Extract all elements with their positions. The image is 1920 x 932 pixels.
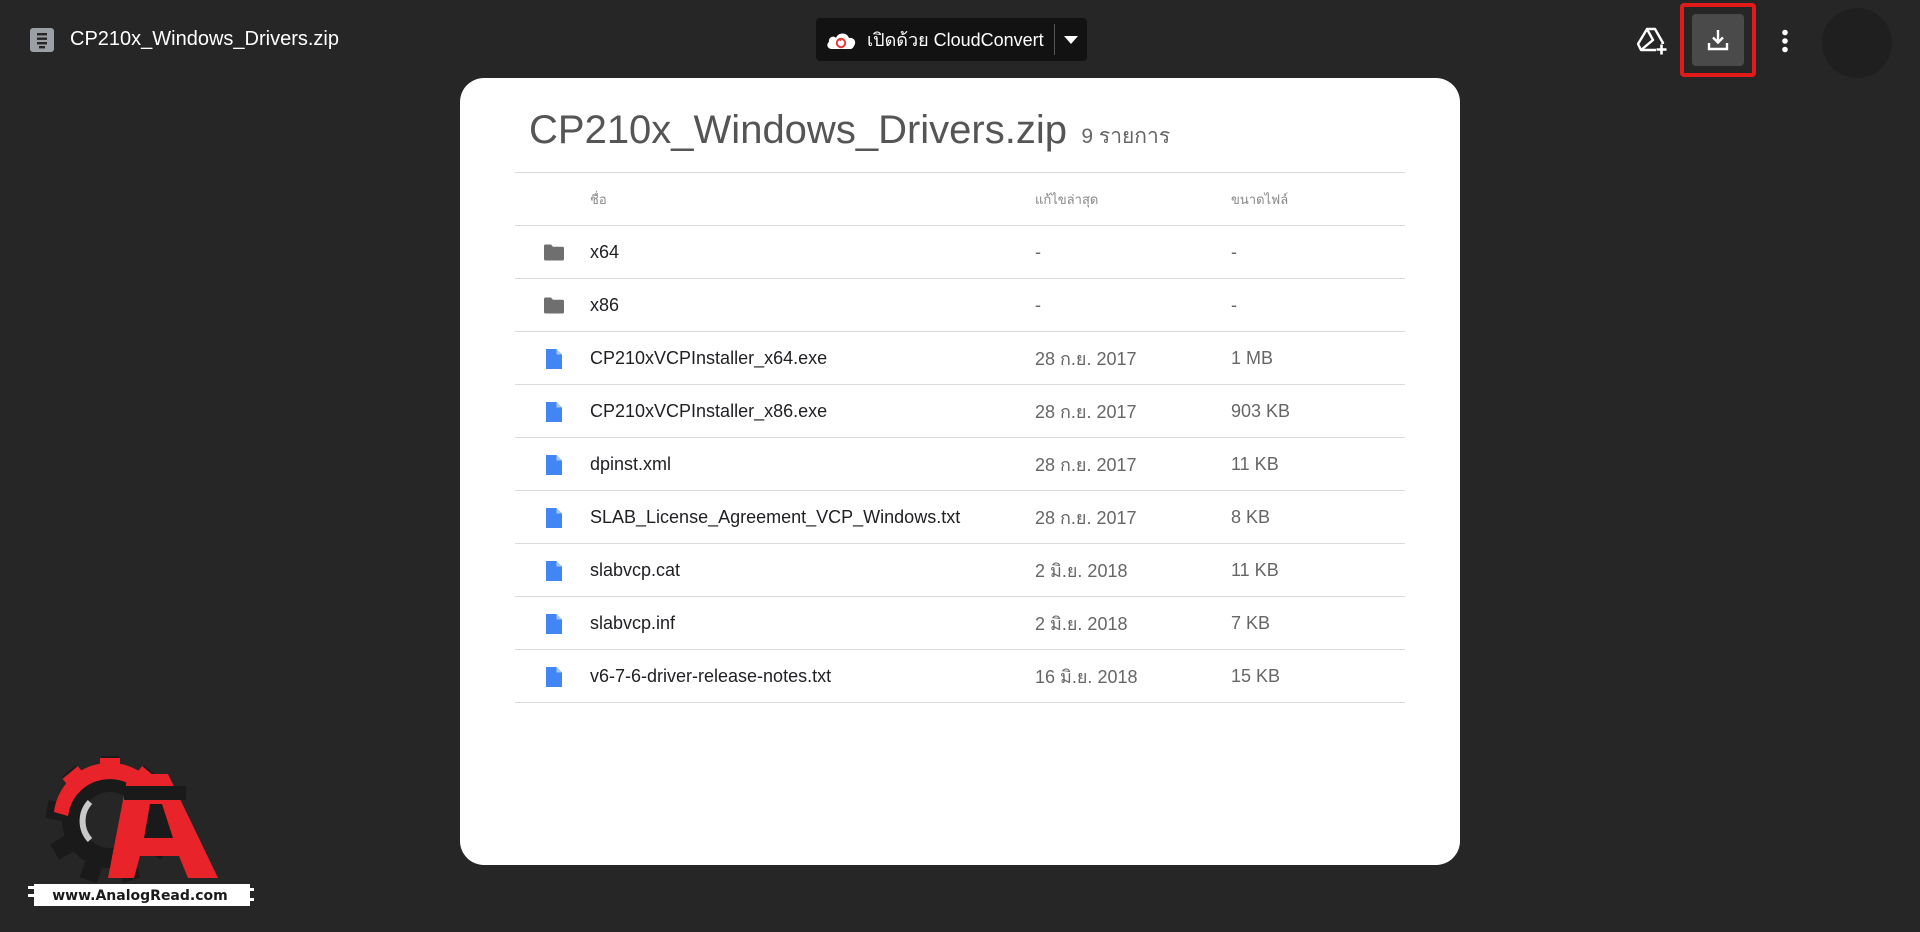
cloudconvert-logo-icon <box>827 33 856 49</box>
file-row[interactable]: slabvcp.inf 2 มิ.ย. 2018 7 KB <box>515 596 1405 649</box>
file-name: x86 <box>590 295 620 315</box>
file-name: v6-7-6-driver-release-notes.txt <box>590 666 832 686</box>
column-header-modified: แก้ไขล่าสุด <box>1035 192 1099 207</box>
file-name: x64 <box>590 242 620 262</box>
file-row[interactable]: v6-7-6-driver-release-notes.txt 16 มิ.ย. … <box>515 649 1405 703</box>
folder-icon <box>542 279 566 332</box>
file-modified: - <box>1035 295 1041 315</box>
open-with-control: เปิดด้วย CloudConvert <box>816 18 1087 61</box>
file-icon <box>542 332 566 385</box>
analogread-logo <box>28 742 254 910</box>
file-size: 15 KB <box>1231 666 1281 686</box>
card-header: CP210x_Windows_Drivers.zip 9 รายการ <box>529 108 1170 153</box>
file-icon <box>542 597 566 650</box>
file-name: slabvcp.inf <box>590 613 676 633</box>
file-icon <box>542 491 566 544</box>
file-size: 11 KB <box>1231 454 1279 474</box>
add-to-drive-icon <box>1637 27 1667 55</box>
file-size: 11 KB <box>1231 560 1279 580</box>
top-bar: CP210x_Windows_Drivers.zip เปิดด้วย Clou… <box>0 0 1920 78</box>
file-size: 903 KB <box>1231 401 1291 421</box>
zip-contents-card: CP210x_Windows_Drivers.zip 9 รายการ ชื่อ… <box>460 78 1460 865</box>
account-avatar[interactable] <box>1822 8 1892 78</box>
more-vert-icon <box>1782 29 1788 53</box>
add-to-drive-button[interactable] <box>1632 21 1672 61</box>
chevron-down-icon <box>1063 35 1078 44</box>
item-count: 9 รายการ <box>1081 125 1171 148</box>
file-size: 8 KB <box>1231 507 1271 527</box>
file-size: - <box>1231 242 1237 262</box>
download-icon <box>1707 30 1729 51</box>
file-name: slabvcp.cat <box>590 560 681 580</box>
file-modified: 2 มิ.ย. 2018 <box>1035 614 1128 634</box>
file-modified: 2 มิ.ย. 2018 <box>1035 561 1128 581</box>
file-size: 1 MB <box>1231 348 1274 368</box>
archive-file-icon <box>29 27 55 53</box>
file-modified: 16 มิ.ย. 2018 <box>1035 667 1138 687</box>
column-header-size: ขนาดไฟล์ <box>1231 192 1289 207</box>
file-modified: 28 ก.ย. 2017 <box>1035 402 1137 422</box>
download-button[interactable] <box>1692 14 1744 66</box>
open-with-dropdown-button[interactable] <box>1055 18 1087 61</box>
open-with-cloudconvert-button[interactable]: เปิดด้วย CloudConvert <box>816 18 1054 61</box>
file-row[interactable]: CP210xVCPInstaller_x86.exe 28 ก.ย. 2017 90… <box>515 384 1405 437</box>
file-name: SLAB_License_Agreement_VCP_Windows.txt <box>590 507 961 527</box>
folder-icon <box>542 226 566 279</box>
file-modified: - <box>1035 242 1041 262</box>
file-modified: 28 ก.ย. 2017 <box>1035 455 1137 475</box>
file-row[interactable]: slabvcp.cat 2 มิ.ย. 2018 11 KB <box>515 543 1405 596</box>
file-icon <box>542 650 566 703</box>
folder-row[interactable]: x86 - - <box>515 278 1405 331</box>
file-row[interactable]: CP210xVCPInstaller_x64.exe 28 ก.ย. 2017 1 … <box>515 331 1405 384</box>
file-modified: 28 ก.ย. 2017 <box>1035 508 1137 528</box>
archive-title: CP210x_Windows_Drivers.zip <box>529 108 1067 152</box>
file-name: CP210xVCPInstaller_x64.exe <box>590 348 828 368</box>
file-modified: 28 ก.ย. 2017 <box>1035 349 1137 369</box>
file-size: 7 KB <box>1231 613 1271 633</box>
column-header-name: ชื่อ <box>590 192 607 207</box>
watermark-url: www.AnalogRead.com <box>52 888 228 904</box>
file-row[interactable]: SLAB_License_Agreement_VCP_Windows.txt 28… <box>515 490 1405 543</box>
file-icon <box>542 438 566 491</box>
file-name: CP210xVCPInstaller_x86.exe <box>590 401 828 421</box>
file-title: CP210x_Windows_Drivers.zip <box>70 28 339 50</box>
file-icon <box>542 544 566 597</box>
file-icon <box>542 385 566 438</box>
file-size: - <box>1231 295 1237 315</box>
file-table: ชื่อ แก้ไขล่าสุด ขนาดไฟล์ x64 - - x86 - - CP21… <box>515 172 1405 703</box>
folder-row[interactable]: x64 - - <box>515 225 1405 278</box>
table-header: ชื่อ แก้ไขล่าสุด ขนาดไฟล์ <box>515 172 1405 225</box>
file-row[interactable]: dpinst.xml 28 ก.ย. 2017 11 KB <box>515 437 1405 490</box>
file-name: dpinst.xml <box>590 454 672 474</box>
open-with-label: เปิดด้วย CloudConvert <box>867 30 1044 50</box>
more-options-button[interactable] <box>1770 21 1800 61</box>
